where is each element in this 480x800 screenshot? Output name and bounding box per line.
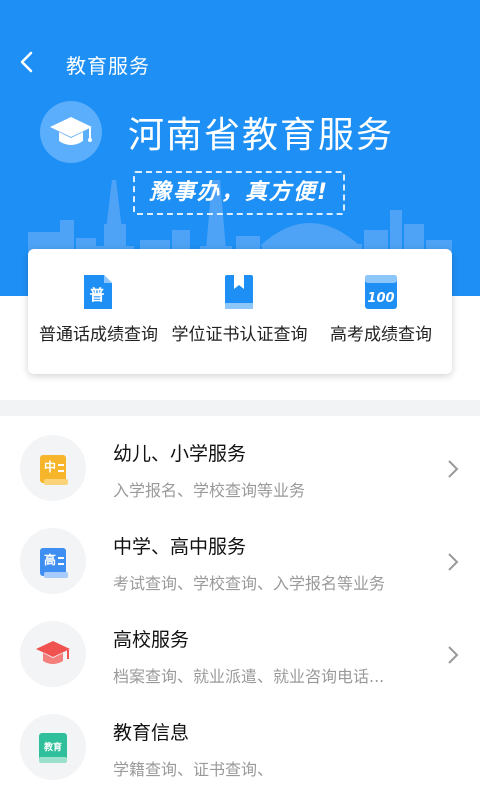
service-subtitle: 考试查询、学校查询、入学报名等业务 <box>113 574 386 593</box>
service-title: 教育信息 <box>113 722 190 744</box>
quick-action-label: 高考成绩查询 <box>330 325 432 345</box>
chevron-right-icon <box>448 460 459 478</box>
service-row-primary-school[interactable]: 中 幼儿、小学服务 入学报名、学校查询等业务 <box>0 423 480 516</box>
service-subtitle: 入学报名、学校查询等业务 <box>113 481 306 500</box>
score-100-icon: 100 <box>365 275 397 309</box>
service-icon-circle: 中 <box>20 435 86 501</box>
icon-glyph: 教育 <box>43 741 62 753</box>
service-subtitle: 档案查询、就业派遣、就业咨询电话... <box>113 667 385 686</box>
service-icon-circle: 教育 <box>20 714 86 780</box>
high-school-icon: 高 <box>40 548 68 578</box>
service-row-high-school[interactable]: 高 中学、高中服务 考试查询、学校查询、入学报名等业务 <box>0 516 480 609</box>
chevron-right-icon <box>448 553 459 571</box>
graduation-cap-icon <box>36 641 70 664</box>
quick-action-degree-cert[interactable]: 学位证书认证查询 <box>169 249 310 374</box>
quick-action-label: 普通话成绩查询 <box>39 325 158 345</box>
page-title: 教育服务 <box>66 54 150 78</box>
pu-glyph: 普 <box>89 286 104 304</box>
service-row-education-info[interactable]: 教育 教育信息 学籍查询、证书查询、 <box>0 702 480 795</box>
icon-glyph: 中 <box>44 459 56 474</box>
service-icon-circle: 高 <box>20 528 86 594</box>
score-glyph: 100 <box>367 291 394 306</box>
service-row-university[interactable]: 高校服务 档案查询、就业派遣、就业咨询电话... <box>0 609 480 702</box>
service-title: 幼儿、小学服务 <box>113 443 247 465</box>
slogan-banner: 豫事办，真方便! <box>133 171 345 215</box>
chevron-right-icon <box>448 646 459 664</box>
service-subtitle: 学籍查询、证书查询、 <box>113 760 274 779</box>
service-icon-circle <box>20 621 86 687</box>
graduation-cap-logo <box>40 101 102 163</box>
bookmark-book-icon <box>225 275 253 309</box>
quick-action-mandarin-score[interactable]: 普 普通话成绩查询 <box>28 249 169 374</box>
quick-action-gaokao-score[interactable]: 100 高考成绩查询 <box>310 249 452 374</box>
hero-title: 河南省教育服务 <box>128 115 395 156</box>
education-book-icon: 教育 <box>39 733 67 763</box>
primary-school-icon: 中 <box>40 455 68 485</box>
service-title: 中学、高中服务 <box>113 536 247 558</box>
quick-action-label: 学位证书认证查询 <box>171 325 308 345</box>
icon-glyph: 高 <box>44 552 56 567</box>
back-arrow-icon[interactable] <box>16 50 40 74</box>
quick-actions-card: 普 普通话成绩查询 学位证书认证查询 100 高考成绩查询 <box>28 249 452 374</box>
graduation-cap-icon <box>50 117 92 145</box>
section-divider <box>0 400 480 416</box>
pu-doc-icon: 普 <box>84 275 112 309</box>
service-title: 高校服务 <box>113 629 190 651</box>
